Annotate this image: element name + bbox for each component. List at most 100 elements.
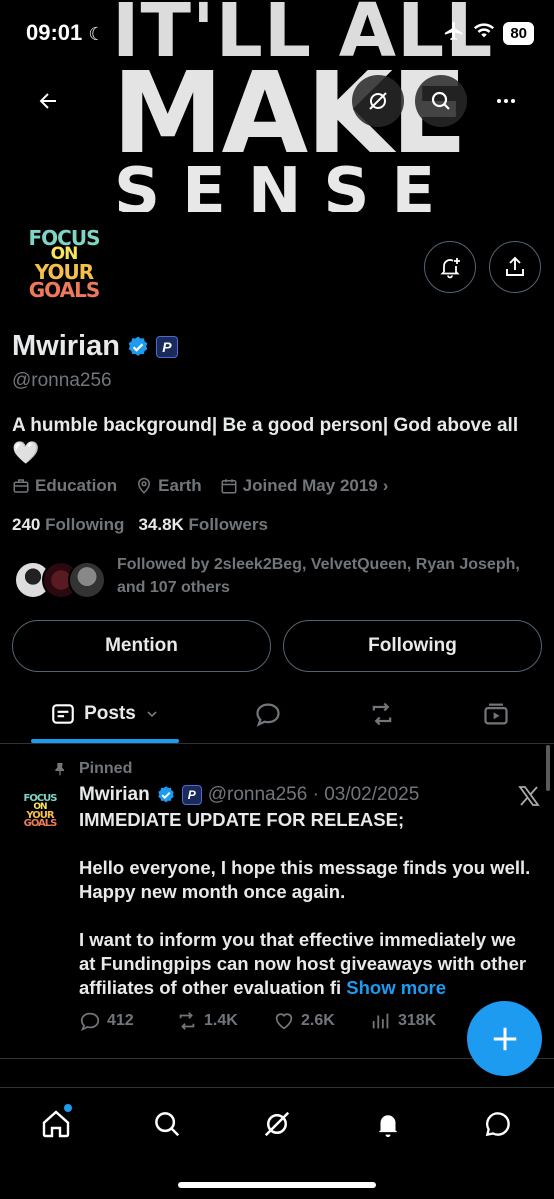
mention-button[interactable]: Mention xyxy=(12,620,271,672)
scrollbar[interactable] xyxy=(546,745,550,791)
back-button[interactable] xyxy=(22,75,74,127)
profile-meta: Education Earth Joined May 2019 › xyxy=(12,476,388,496)
home-indicator[interactable] xyxy=(178,1182,376,1188)
tab-posts[interactable]: Posts xyxy=(31,694,179,734)
following-button[interactable]: Following xyxy=(283,620,542,672)
post-para-3: I want to inform you that effective imme… xyxy=(79,928,534,1000)
followers-count: 34.8K xyxy=(138,515,184,534)
affiliate-badge-icon: P xyxy=(181,785,202,805)
post-handle-date: @ronna256 · 03/02/2025 xyxy=(207,784,420,805)
joined-text: Joined May 2019 xyxy=(242,476,378,495)
nav-home[interactable] xyxy=(26,1104,86,1144)
profile-name-row: Mwirian P xyxy=(12,330,178,363)
briefcase-icon xyxy=(13,479,29,493)
banner-text-line3: SENSE xyxy=(114,155,458,212)
profile-handle: @ronna256 xyxy=(12,370,112,391)
home-icon xyxy=(42,1110,70,1138)
views-count: 318K xyxy=(398,1012,437,1029)
share-button[interactable] xyxy=(489,241,541,293)
pin-icon xyxy=(52,760,68,783)
like-action[interactable]: 2.6K xyxy=(273,1010,370,1032)
post-author-name[interactable]: Mwirian xyxy=(79,784,150,806)
tab-reposts[interactable] xyxy=(352,694,412,734)
following-count: 240 xyxy=(12,515,41,534)
nav-notifications[interactable] xyxy=(358,1104,418,1144)
share-icon xyxy=(506,256,524,276)
affiliate-badge-icon[interactable]: P xyxy=(155,335,178,358)
repost-count: 1.4K xyxy=(204,1012,238,1029)
search-icon xyxy=(431,91,450,110)
follow-counts: 240 Following 34.8K Followers xyxy=(12,515,268,535)
more-button[interactable] xyxy=(480,75,532,127)
heart-icon xyxy=(275,1013,293,1030)
search-icon xyxy=(155,1112,180,1137)
category-text: Education xyxy=(35,476,118,495)
post-actions: 412 1.4K 2.6K 318K xyxy=(79,1010,467,1032)
nav-grok[interactable] xyxy=(247,1104,307,1144)
reply-icon xyxy=(80,1012,100,1031)
repost-icon xyxy=(179,1012,195,1030)
wifi-icon xyxy=(473,22,495,45)
like-count: 2.6K xyxy=(301,1012,335,1029)
tab-media[interactable] xyxy=(466,694,526,734)
reply-count: 412 xyxy=(107,1012,134,1029)
search-button[interactable] xyxy=(415,75,467,127)
banner-text-line2: MAKE xyxy=(112,49,467,179)
grok-icon xyxy=(264,1111,290,1137)
profile-avatar[interactable]: FOCUS ON YOUR GOALS xyxy=(12,212,116,316)
compose-post-button[interactable] xyxy=(467,1001,542,1076)
moon-icon: ☾ xyxy=(88,24,105,44)
location-pin-icon xyxy=(138,477,151,494)
meta-joined[interactable]: Joined May 2019 › xyxy=(220,476,388,496)
grok-icon xyxy=(369,92,387,110)
post-author-avatar[interactable]: FOCUS ON YOUR GOALS xyxy=(14,786,66,838)
post-body[interactable]: IMMEDIATE UPDATE FOR RELEASE; Hello ever… xyxy=(79,808,534,1000)
tabs-divider xyxy=(0,743,554,744)
grok-button[interactable] xyxy=(352,75,404,127)
reply-bubble-icon xyxy=(256,703,280,727)
bio-line-1: A humble background| Be a good person| G… xyxy=(12,415,519,436)
profile-name: Mwirian xyxy=(12,330,120,362)
status-time: 09:01 ☾ xyxy=(26,20,105,46)
bell-icon xyxy=(378,1115,398,1138)
post-para-3-text: I want to inform you that effective imme… xyxy=(79,929,527,999)
nav-messages[interactable] xyxy=(468,1104,528,1144)
arrow-left-icon xyxy=(39,93,56,109)
status-time-text: 09:01 xyxy=(26,20,83,45)
video-collection-icon xyxy=(484,703,508,725)
views-action[interactable]: 318K xyxy=(370,1010,467,1032)
plus-icon xyxy=(493,1027,516,1050)
pinned-label: Pinned xyxy=(79,760,133,777)
nav-search[interactable] xyxy=(137,1104,197,1144)
repost-icon xyxy=(372,702,392,726)
bell-plus-icon xyxy=(440,258,460,279)
status-indicators: 80 xyxy=(443,20,534,47)
message-bubble-icon xyxy=(485,1112,510,1137)
show-more-link[interactable]: Show more xyxy=(346,977,446,998)
post-header: Mwirian P @ronna256 · 03/02/2025 xyxy=(79,784,419,806)
post-divider xyxy=(0,1058,554,1059)
tab-posts-label: Posts xyxy=(84,703,136,724)
followers-label: Followers xyxy=(188,515,268,534)
post-line-1: IMMEDIATE UPDATE FOR RELEASE; xyxy=(79,809,405,830)
avatar-word-4: GOALS xyxy=(28,277,101,302)
followed-by-text[interactable]: Followed by 2sleek2Beg, VelvetQueen, Rya… xyxy=(117,553,547,599)
post-para-2: Hello everyone, I hope this message find… xyxy=(79,857,531,903)
follower-avatar-3[interactable] xyxy=(68,561,106,599)
following-label: Following xyxy=(45,515,125,534)
following-link[interactable]: 240 Following xyxy=(12,515,124,535)
followers-link[interactable]: 34.8K Followers xyxy=(138,515,267,535)
bio-line-2: 🤍 xyxy=(12,439,40,465)
airplane-icon xyxy=(443,20,465,47)
tab-replies[interactable] xyxy=(238,694,298,734)
calendar-icon xyxy=(221,479,237,494)
profile-bio: A humble background| Be a good person| G… xyxy=(12,414,542,467)
more-dots-icon xyxy=(497,99,515,103)
home-notification-dot xyxy=(64,1104,72,1112)
repost-action[interactable]: 1.4K xyxy=(176,1010,273,1032)
reply-action[interactable]: 412 xyxy=(79,1010,176,1032)
battery-indicator: 80 xyxy=(503,22,534,45)
chevron-down-icon xyxy=(147,711,157,718)
notification-subscribe-button[interactable] xyxy=(424,241,476,293)
meta-location: Earth xyxy=(135,476,202,496)
